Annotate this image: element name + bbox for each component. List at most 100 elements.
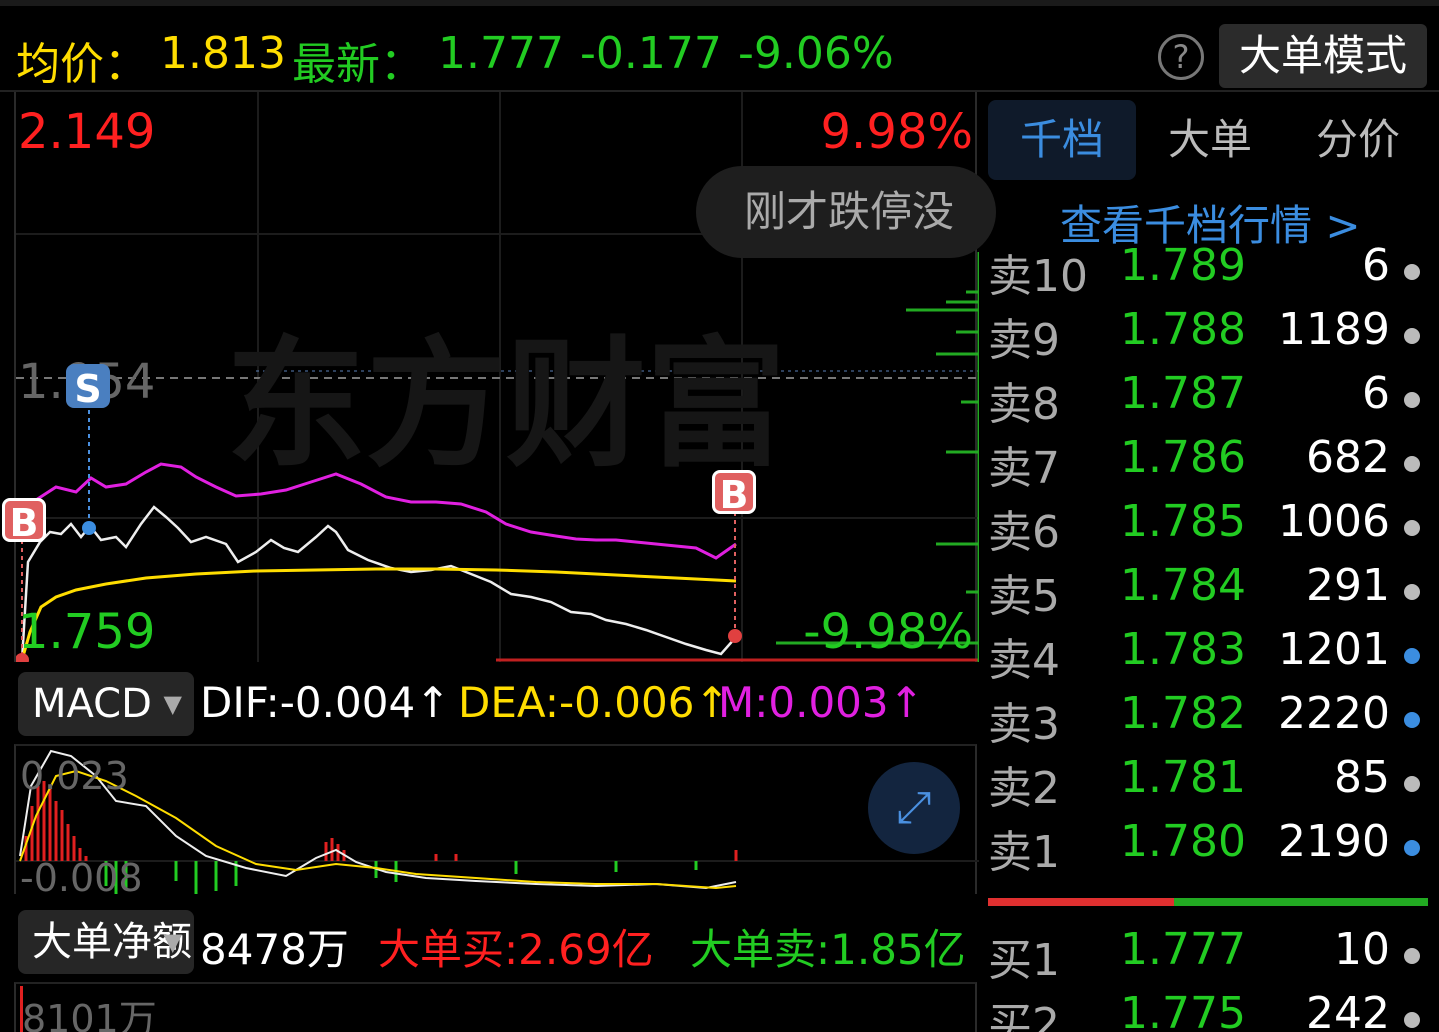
- dot-icon: [1404, 840, 1420, 856]
- ask-volume: 2220: [1278, 688, 1390, 739]
- dot-icon: [1404, 712, 1420, 728]
- ask-row[interactable]: 卖10 1.789 6: [988, 246, 1428, 304]
- ask-name: 卖1: [988, 827, 1060, 878]
- latest-label: 最新：: [292, 39, 424, 90]
- bid-list: 买1 1.777 10 买2 1.775 242: [980, 922, 1439, 1032]
- tab-fenjia[interactable]: 分价: [1284, 100, 1432, 180]
- ask-name: 卖10: [988, 251, 1088, 302]
- big-order-mode-button[interactable]: 大单模式: [1219, 24, 1427, 88]
- macd-m: M:0.003↑: [718, 678, 924, 727]
- bid-volume: 242: [1306, 988, 1390, 1032]
- tab-dadan[interactable]: 大单: [1136, 100, 1284, 180]
- view-depth-link[interactable]: 查看千档行情 >: [1060, 192, 1361, 253]
- ask-row[interactable]: 卖9 1.788 1189: [988, 304, 1428, 368]
- ask-list: 卖10 1.789 6 卖9 1.788 1189 卖8 1.787 6 卖7 1.786 68…: [980, 246, 1439, 906]
- dot-icon: [1404, 456, 1420, 472]
- ask-name: 卖3: [988, 699, 1060, 750]
- ask-volume: 1189: [1278, 304, 1390, 355]
- ask-volume: 2190: [1278, 816, 1390, 867]
- macd-chart[interactable]: 0.023 -0.008: [14, 744, 979, 900]
- macd-dif-value: DIF:-0.004: [200, 678, 416, 727]
- bid-name: 买1: [988, 935, 1060, 986]
- high-price-label: 2.149: [18, 104, 156, 160]
- avg-label: 均价：: [16, 39, 148, 90]
- caret-down-icon: ▼: [163, 690, 182, 718]
- help-icon[interactable]: ?: [1158, 34, 1204, 80]
- dot-icon: [1404, 328, 1420, 344]
- ask-row[interactable]: 卖6 1.785 1006: [988, 496, 1428, 560]
- macd-max-label: 0.023: [20, 754, 129, 798]
- quote-header: 均价： 1.813 最新： 1.777 -0.177 -9.06% ? 大单模式: [0, 0, 1439, 92]
- sell-ratio: [1174, 898, 1428, 906]
- bid-name: 买2: [988, 999, 1060, 1032]
- low-price-label: 1.759: [18, 604, 156, 660]
- ask-volume: 291: [1306, 560, 1390, 611]
- macd-dif: DIF:-0.004↑: [200, 678, 450, 727]
- ask-price: 1.788: [1120, 304, 1246, 355]
- ask-row[interactable]: 卖4 1.783 1201: [988, 624, 1428, 688]
- ask-name: 卖7: [988, 443, 1060, 494]
- ask-price: 1.785: [1120, 496, 1246, 547]
- big-order-buy: 大单买:2.69亿: [378, 925, 654, 974]
- order-book-panel: 千档 大单 分价 查看千档行情 > 卖10 1.789 6 卖9 1.788 1189 …: [980, 92, 1439, 1032]
- change-percent: -9.06%: [738, 28, 894, 79]
- ask-volume: 1201: [1278, 624, 1390, 675]
- ask-price: 1.781: [1120, 752, 1246, 803]
- dot-icon: [1404, 264, 1420, 280]
- expand-icon[interactable]: ⤢: [868, 762, 960, 854]
- dot-icon: [1404, 948, 1420, 964]
- ask-price: 1.789: [1120, 246, 1246, 291]
- sell-point: [82, 521, 96, 535]
- ask-name: 卖2: [988, 763, 1060, 814]
- ask-volume: 1006: [1278, 496, 1390, 547]
- dot-icon: [1404, 648, 1420, 664]
- alert-toast[interactable]: 刚才跌停没: [696, 166, 996, 258]
- buy-point: [728, 629, 742, 643]
- ask-price: 1.786: [1120, 432, 1246, 483]
- watermark: 东方财富: [226, 324, 787, 487]
- ask-row[interactable]: 卖2 1.781 85: [988, 752, 1428, 816]
- big-order-max-label: 8101万: [22, 997, 157, 1032]
- indicator-selector[interactable]: MACD ▼: [18, 672, 194, 736]
- macd-dea: DEA:-0.006↑: [458, 678, 730, 727]
- bid-row[interactable]: 买1 1.777 10: [988, 924, 1428, 988]
- ask-volume: 6: [1362, 368, 1390, 419]
- ask-row[interactable]: 卖8 1.787 6: [988, 368, 1428, 432]
- dot-icon: [1404, 1012, 1420, 1028]
- ask-row[interactable]: 卖5 1.784 291: [988, 560, 1428, 624]
- arrow-up-icon: ↑: [888, 678, 924, 727]
- big-order-net: 8478万: [200, 925, 349, 974]
- ask-price: 1.783: [1120, 624, 1246, 675]
- big-order-selector[interactable]: 大单净额 ▼: [18, 910, 194, 974]
- macd-m-value: M:0.003: [718, 678, 889, 727]
- ask-price: 1.782: [1120, 688, 1246, 739]
- macd-min-label: -0.008: [20, 856, 143, 900]
- high-pct-label: 9.98%: [820, 104, 973, 160]
- ask-name: 卖5: [988, 571, 1060, 622]
- big-order-chart[interactable]: 8101万: [14, 982, 977, 1032]
- ask-row[interactable]: 卖7 1.786 682: [988, 432, 1428, 496]
- ask-row[interactable]: 卖3 1.782 2220: [988, 688, 1428, 752]
- change-value: -0.177: [580, 28, 722, 79]
- bid-row[interactable]: 买2 1.775 242: [988, 988, 1428, 1032]
- macd-dea-value: DEA:-0.006: [458, 678, 695, 727]
- dot-icon: [1404, 520, 1420, 536]
- caret-down-icon: ▼: [163, 928, 182, 956]
- bid-price: 1.775: [1120, 988, 1246, 1032]
- dot-icon: [1404, 392, 1420, 408]
- avg-value: 1.813: [160, 28, 286, 79]
- ask-name: 卖6: [988, 507, 1060, 558]
- dot-icon: [1404, 584, 1420, 600]
- dot-icon: [1404, 776, 1420, 792]
- bid-volume: 10: [1334, 924, 1390, 975]
- buy-marker[interactable]: B: [2, 498, 46, 545]
- tab-qiandang[interactable]: 千档: [988, 100, 1136, 180]
- ask-name: 卖9: [988, 315, 1060, 366]
- sell-marker[interactable]: S: [66, 364, 110, 411]
- indicator-selector-label: MACD: [32, 681, 152, 727]
- latest-value: 1.777: [438, 28, 564, 79]
- ask-row[interactable]: 卖1 1.780 2190: [988, 816, 1428, 880]
- ask-volume: 682: [1306, 432, 1390, 483]
- buy-marker[interactable]: B: [712, 470, 756, 517]
- ask-name: 卖4: [988, 635, 1060, 686]
